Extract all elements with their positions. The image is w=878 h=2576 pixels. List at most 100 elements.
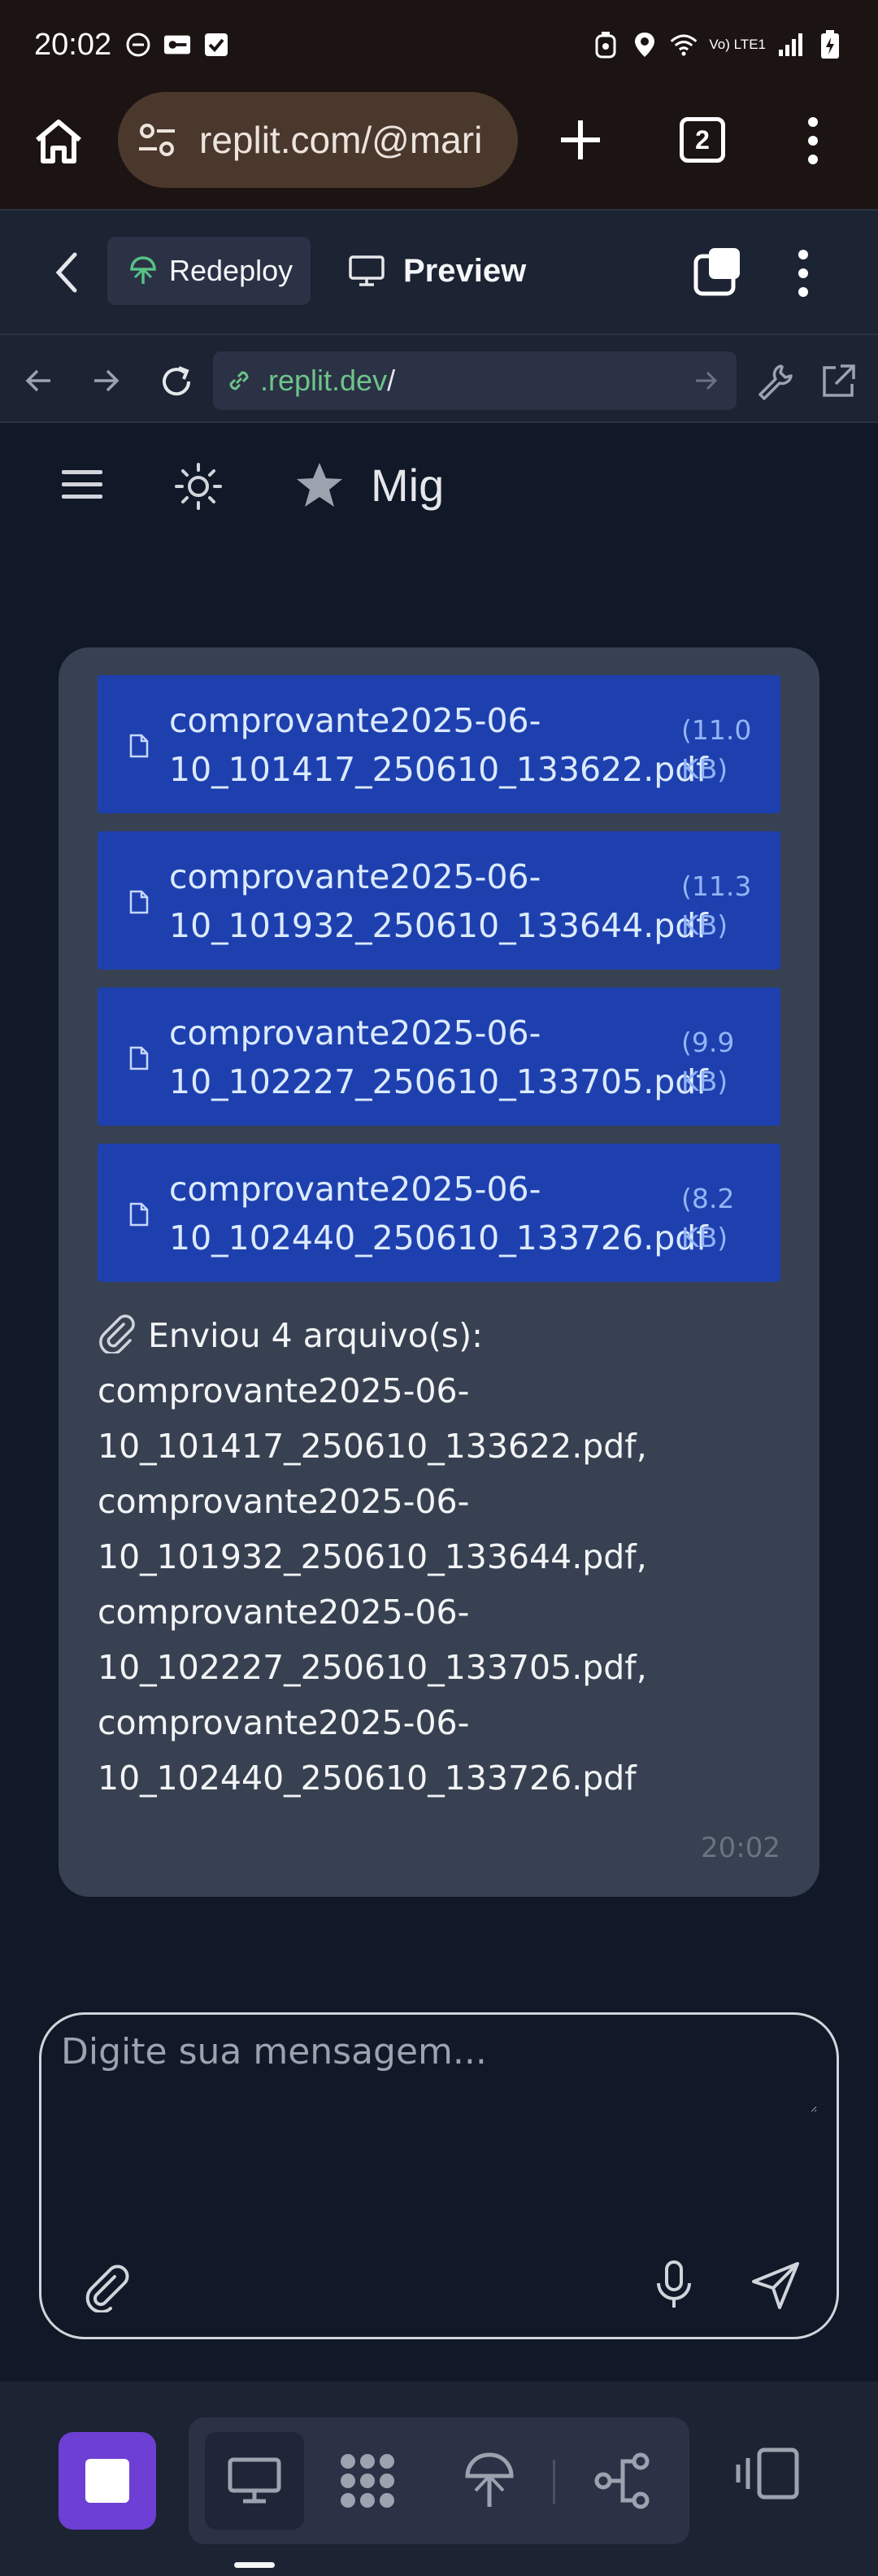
- network-label: Vo) LTE1: [709, 37, 766, 52]
- status-bar: 20:02 Vo) LTE1: [0, 0, 878, 89]
- attachment-size: (11.0 KB): [681, 714, 752, 785]
- status-time: 20:02: [34, 27, 112, 62]
- sun-icon: [175, 463, 222, 510]
- microphone-button[interactable]: [650, 2259, 698, 2311]
- webview-back-button[interactable]: [23, 364, 55, 397]
- tabs-button[interactable]: [693, 246, 743, 297]
- star-icon: [294, 460, 345, 511]
- site-settings-icon[interactable]: [136, 119, 178, 161]
- status-icons-left: [124, 31, 230, 59]
- replit-menu-button[interactable]: [787, 246, 819, 300]
- reload-icon: [163, 366, 191, 396]
- git-branch-icon: [594, 2452, 650, 2509]
- tool-git-button[interactable]: [590, 2448, 655, 2513]
- file-icon: [129, 890, 149, 914]
- attachment-card[interactable]: comprovante2025-06- 10_101417_250610_1336…: [98, 675, 780, 813]
- tool-agent-button[interactable]: [335, 2448, 400, 2513]
- message-line: 10_101417_250610_133622.pdf,: [98, 1427, 647, 1466]
- message-line: comprovante2025-06-: [98, 1593, 470, 1632]
- file-icon: [129, 1046, 149, 1070]
- browser-menu-button[interactable]: [797, 112, 829, 169]
- url-host: .replit.dev: [260, 364, 388, 397]
- attachment-card[interactable]: comprovante2025-06- 10_102440_250610_1337…: [98, 1144, 780, 1282]
- attachment-card[interactable]: comprovante2025-06- 10_102227_250610_1337…: [98, 987, 780, 1126]
- stop-icon: [85, 2459, 129, 2503]
- plus-icon: [561, 120, 600, 159]
- message-line: comprovante2025-06-: [98, 1371, 470, 1410]
- url-path: /: [387, 364, 396, 397]
- deploy-icon: [130, 256, 156, 284]
- open-external-button[interactable]: [819, 363, 857, 400]
- arrow-right-icon: [94, 369, 120, 392]
- tab-switcher-button[interactable]: 2: [680, 117, 725, 163]
- attachment-name: comprovante2025-06- 10_102440_250610_1337…: [169, 1170, 708, 1257]
- attachment-size: (11.3 KB): [681, 870, 752, 941]
- signal-icon: [777, 31, 805, 59]
- wrench-icon: [758, 364, 793, 400]
- stop-button[interactable]: [59, 2432, 156, 2530]
- attachment-size: (9.9 KB): [681, 1026, 735, 1097]
- alarm-icon: [592, 31, 619, 59]
- dnd-icon: [124, 31, 152, 59]
- preview-tab[interactable]: Preview: [348, 237, 526, 305]
- message-line: comprovante2025-06-: [98, 1703, 470, 1742]
- redeploy-button[interactable]: Redeploy: [107, 237, 311, 305]
- tabs-icon: [693, 248, 740, 296]
- new-tab-button[interactable]: [553, 112, 608, 168]
- panel-icon: [736, 2447, 799, 2500]
- file-icon: [129, 1202, 149, 1227]
- file-icon: [129, 734, 149, 758]
- home-button[interactable]: [31, 114, 86, 169]
- more-vert-icon: [808, 117, 818, 164]
- webview-reload-button[interactable]: [158, 363, 195, 400]
- replit-bottom-bar: [0, 2382, 878, 2576]
- attachment-name: comprovante2025-06- 10_101417_250610_1336…: [169, 701, 708, 789]
- message-line: 10_102440_250610_133726.pdf: [98, 1759, 637, 1798]
- webview-url-field[interactable]: .replit.dev /: [213, 351, 737, 410]
- message-line: 10_102227_250610_133705.pdf,: [98, 1648, 647, 1687]
- paperclip-icon: [99, 1314, 135, 1353]
- tool-deploy-button[interactable]: [457, 2448, 522, 2513]
- message-bubble: comprovante2025-06- 10_101417_250610_1336…: [59, 647, 819, 1897]
- webview-forward-button[interactable]: [89, 364, 122, 397]
- tool-preview-button[interactable]: [205, 2432, 304, 2530]
- attachment-name: comprovante2025-06- 10_102227_250610_1337…: [169, 1013, 708, 1101]
- app-header: Mig: [0, 423, 878, 545]
- attachment-size: (8.2 KB): [681, 1183, 735, 1253]
- link-icon: [229, 371, 249, 390]
- message-input[interactable]: [61, 2031, 817, 2112]
- menu-button[interactable]: [62, 469, 102, 501]
- attach-button[interactable]: [82, 2262, 133, 2312]
- location-icon: [631, 31, 658, 59]
- redeploy-label: Redeploy: [169, 254, 293, 287]
- check-icon: [202, 31, 230, 59]
- message-composer: [39, 2012, 839, 2339]
- go-arrow-icon[interactable]: [693, 368, 719, 394]
- more-vert-icon: [798, 250, 808, 297]
- browser-toolbar: replit.com/@mari 2: [0, 89, 878, 209]
- message-timestamp: 20:02: [701, 1832, 780, 1864]
- message-line: 10_101932_250610_133644.pdf,: [98, 1537, 647, 1576]
- send-button[interactable]: [750, 2259, 802, 2311]
- webview-nav-bar: .replit.dev /: [0, 333, 878, 423]
- message-line: comprovante2025-06-: [98, 1482, 470, 1521]
- attachment-name: comprovante2025-06- 10_101932_250610_1336…: [169, 857, 708, 945]
- panel-toggle-button[interactable]: [735, 2447, 802, 2513]
- preview-label: Preview: [403, 252, 527, 289]
- message-text: Enviou 4 arquivo(s): comprovante2025-06-…: [98, 1308, 764, 1806]
- replit-toolbar: Redeploy Preview: [0, 209, 878, 333]
- app-title: Mig: [371, 460, 445, 511]
- arrow-left-icon: [25, 369, 50, 392]
- browser-url-bar[interactable]: replit.com/@mari: [118, 92, 518, 188]
- chevron-left-icon: [55, 252, 77, 293]
- theme-toggle-button[interactable]: [174, 462, 223, 511]
- back-button[interactable]: [50, 248, 83, 297]
- monitor-icon: [228, 2457, 281, 2504]
- agent-icon: [341, 2454, 394, 2508]
- attachment-card[interactable]: comprovante2025-06- 10_101932_250610_1336…: [98, 831, 780, 970]
- home-indicator: [234, 2562, 275, 2568]
- status-icons-right: Vo) LTE1: [592, 30, 844, 59]
- devtools-button[interactable]: [756, 363, 793, 400]
- microphone-icon: [657, 2260, 691, 2308]
- key-icon: [163, 31, 191, 59]
